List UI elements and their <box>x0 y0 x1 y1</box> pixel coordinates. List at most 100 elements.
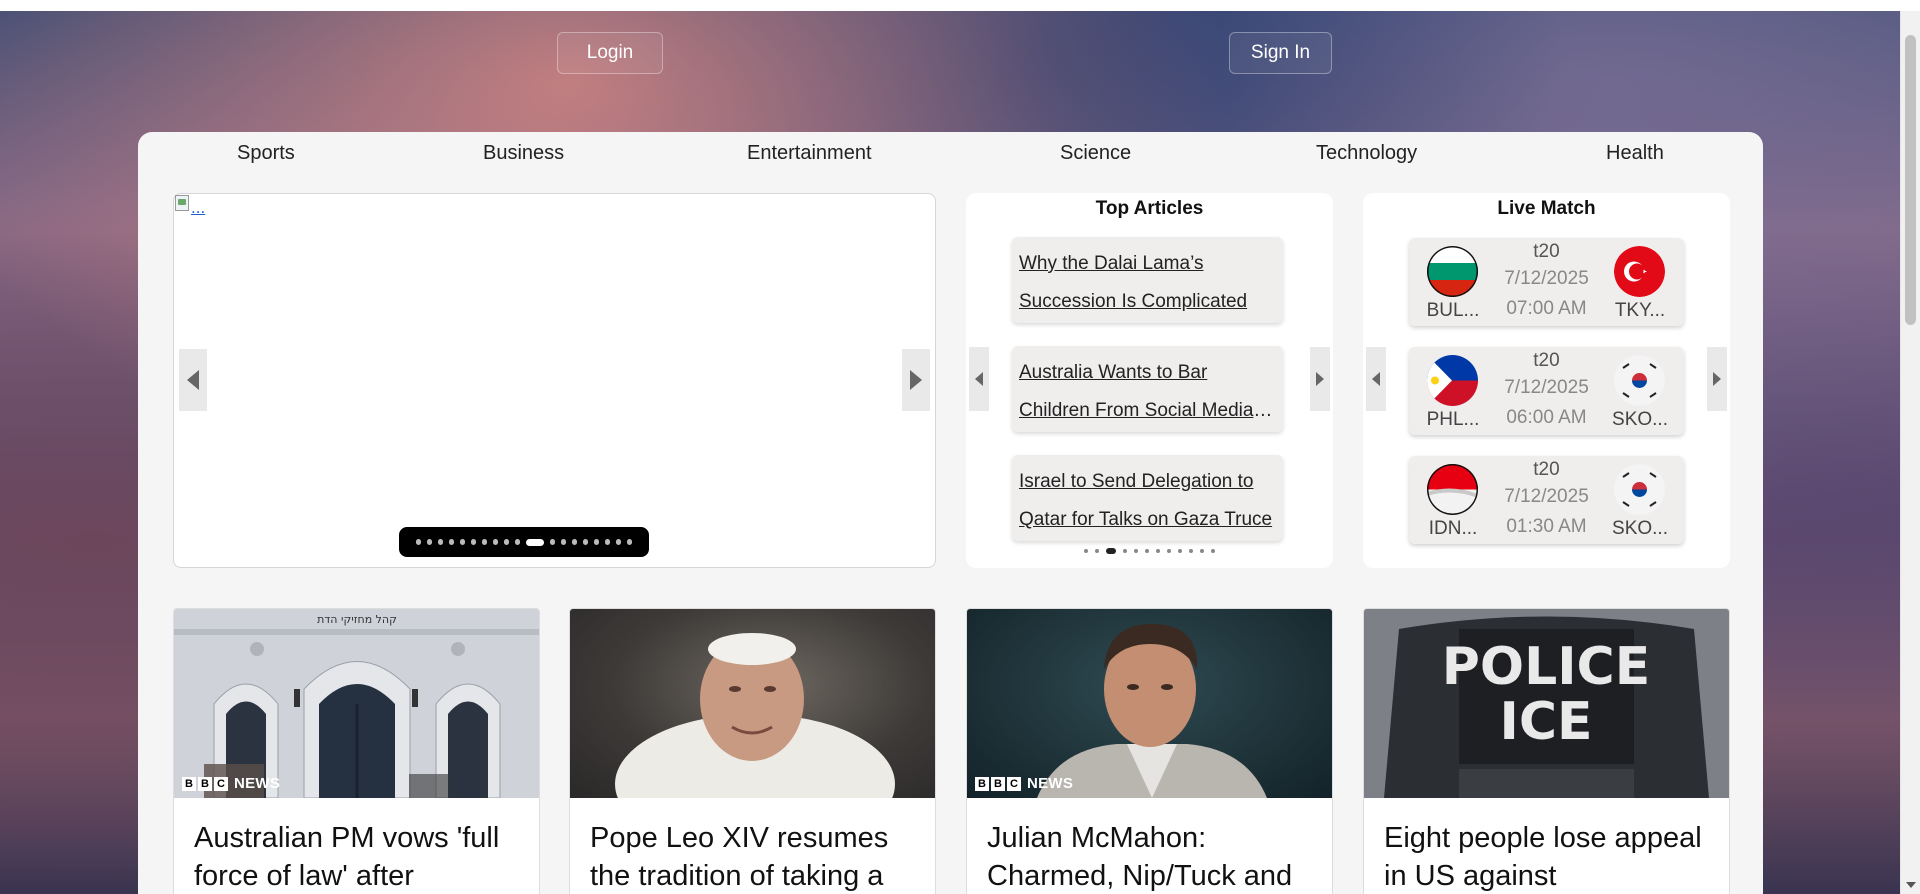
carousel-indicator-dot[interactable] <box>504 539 509 545</box>
news-card-title[interactable]: Eight people lose appeal in US against <box>1384 819 1714 894</box>
live-match-next-button[interactable] <box>1707 347 1727 411</box>
chevron-right-icon <box>1316 372 1324 386</box>
carousel-indicator-dot[interactable] <box>471 539 476 545</box>
match-time: 06:00 AM <box>1506 407 1587 428</box>
nav-item-health[interactable]: Health <box>1606 142 1664 165</box>
nav-item-entertainment[interactable]: Entertainment <box>747 142 872 165</box>
login-button[interactable]: Login <box>557 32 663 74</box>
team-1-name: BUL... <box>1426 300 1480 321</box>
news-card[interactable]: POLICE ICE Eight people lose appeal in U… <box>1363 608 1730 894</box>
news-card-title[interactable]: Australian PM vows 'full force of law' a… <box>194 819 524 894</box>
carousel-indicators <box>399 527 649 557</box>
live-match-title: Live Match <box>1497 198 1596 219</box>
carousel-indicator-dot[interactable] <box>627 539 632 545</box>
match-format: t20 <box>1533 241 1560 262</box>
news-card-title[interactable]: Pope Leo XIV resumes the tradition of ta… <box>590 819 920 894</box>
carousel-indicator-dot[interactable] <box>493 539 498 545</box>
carousel-indicator-dot[interactable] <box>526 538 544 546</box>
news-card-image[interactable]: B B C NEWS <box>967 609 1332 798</box>
carousel-indicator-dot[interactable] <box>605 539 610 545</box>
match-card[interactable]: t20 7/12/2025 07:00 AM BUL... TKY... <box>1409 238 1684 326</box>
top-articles-indicator-dot[interactable] <box>1167 549 1171 553</box>
team-2-name: SKO... <box>1612 409 1668 430</box>
chevron-left-icon <box>1372 372 1380 386</box>
top-articles-indicator-dot[interactable] <box>1095 549 1099 553</box>
top-article-link[interactable]: Australia Wants to Bar Children From Soc… <box>1019 354 1277 430</box>
carousel-indicator-dot[interactable] <box>427 539 432 545</box>
broken-image-icon <box>175 195 189 211</box>
top-articles-indicator-dot[interactable] <box>1189 549 1193 553</box>
chevron-right-icon <box>910 370 922 390</box>
carousel-indicator-dot[interactable] <box>583 539 588 545</box>
top-articles-box: Top Articles Why the Dalai Lama’s Succes… <box>966 193 1333 568</box>
match-time: 01:30 AM <box>1506 516 1587 537</box>
top-articles-indicator-dot[interactable] <box>1084 549 1088 553</box>
nav-item-sports[interactable]: Sports <box>237 142 295 165</box>
top-articles-indicator-dot[interactable] <box>1123 549 1127 553</box>
top-articles-next-button[interactable] <box>1310 347 1330 411</box>
match-card[interactable]: t20 7/12/2025 06:00 AM PHL... SKO... <box>1409 347 1684 435</box>
scroll-down-arrow-icon[interactable] <box>1906 882 1916 888</box>
main-panel: Sports Business Entertainment Science Te… <box>138 132 1763 894</box>
match-card[interactable]: t20 7/12/2025 01:30 AM IDN... SKO... <box>1409 456 1684 544</box>
top-article-item[interactable]: Israel to Send Delegation to Qatar for T… <box>1012 455 1283 541</box>
bbc-letter: C <box>214 776 228 791</box>
top-articles-indicator-dot[interactable] <box>1134 549 1138 553</box>
top-articles-indicator-dot[interactable] <box>1156 549 1160 553</box>
turkey-flag-icon <box>1614 246 1665 297</box>
news-card-image[interactable] <box>570 609 935 798</box>
carousel-indicator-dot[interactable] <box>561 539 566 545</box>
top-article-link[interactable]: Why the Dalai Lama’s Succession Is Compl… <box>1019 245 1277 321</box>
news-card[interactable]: B B C NEWS Julian McMahon: Charmed, Nip/… <box>966 608 1333 894</box>
svg-text:ICE: ICE <box>1499 692 1592 752</box>
carousel-indicator-dot[interactable] <box>416 539 421 545</box>
bbc-letter: B <box>991 776 1005 791</box>
carousel-next-button[interactable] <box>902 349 930 411</box>
carousel-indicator-dot[interactable] <box>449 539 454 545</box>
news-card[interactable]: קהל מחזיקי הדת B B C NEWS Australian PM … <box>173 608 540 894</box>
top-articles-title: Top Articles <box>1095 198 1204 219</box>
nav-item-business[interactable]: Business <box>483 142 564 165</box>
match-date: 7/12/2025 <box>1504 268 1589 289</box>
nav-item-science[interactable]: Science <box>1060 142 1131 165</box>
news-card-title[interactable]: Julian McMahon: Charmed, Nip/Tuck and <box>987 819 1317 894</box>
scrollbar-thumb[interactable] <box>1905 35 1916 325</box>
match-time: 07:00 AM <box>1506 298 1587 319</box>
carousel-indicator-dot[interactable] <box>616 539 621 545</box>
top-article-item[interactable]: Australia Wants to Bar Children From Soc… <box>1012 346 1283 432</box>
carousel-indicator-dot[interactable] <box>550 539 555 545</box>
svg-text:POLICE: POLICE <box>1442 637 1650 697</box>
carousel-indicator-dot[interactable] <box>460 539 465 545</box>
vertical-scrollbar[interactable] <box>1900 11 1920 894</box>
carousel-indicator-dot[interactable] <box>482 539 487 545</box>
carousel-image[interactable]: ... <box>174 194 212 224</box>
carousel-indicator-dot[interactable] <box>438 539 443 545</box>
sign-in-button[interactable]: Sign In <box>1229 32 1332 74</box>
bbc-news-logo: B B C NEWS <box>975 775 1073 792</box>
carousel-indicator-dot[interactable] <box>594 539 599 545</box>
south-korea-flag-icon <box>1614 464 1665 515</box>
top-articles-indicators <box>966 548 1333 554</box>
philippines-flag-icon <box>1427 355 1478 406</box>
top-articles-indicator-dot[interactable] <box>1200 549 1204 553</box>
top-articles-indicator-dot[interactable] <box>1178 549 1182 553</box>
news-card-image[interactable]: קהל מחזיקי הדת B B C NEWS <box>174 609 539 798</box>
top-article-item[interactable]: Why the Dalai Lama’s Succession Is Compl… <box>1012 237 1283 323</box>
carousel-indicator-dot[interactable] <box>515 539 520 545</box>
top-articles-indicator-dot[interactable] <box>1106 548 1116 554</box>
carousel-image-alt[interactable]: ... <box>191 198 205 218</box>
news-card[interactable]: Pope Leo XIV resumes the tradition of ta… <box>569 608 936 894</box>
nav-item-technology[interactable]: Technology <box>1316 142 1417 165</box>
carousel-prev-button[interactable] <box>179 349 207 411</box>
carousel-indicator-dot[interactable] <box>572 539 577 545</box>
team-1-name: PHL... <box>1426 409 1480 430</box>
top-articles-prev-button[interactable] <box>969 347 989 411</box>
top-articles-indicator-dot[interactable] <box>1211 549 1215 553</box>
category-nav: Sports Business Entertainment Science Te… <box>138 132 1763 176</box>
top-articles-indicator-dot[interactable] <box>1145 549 1149 553</box>
bulgaria-flag-icon <box>1427 246 1478 297</box>
top-article-link[interactable]: Israel to Send Delegation to Qatar for T… <box>1019 463 1277 539</box>
bbc-news-label: NEWS <box>234 775 281 792</box>
news-card-image[interactable]: POLICE ICE <box>1364 609 1729 798</box>
live-match-prev-button[interactable] <box>1366 347 1386 411</box>
